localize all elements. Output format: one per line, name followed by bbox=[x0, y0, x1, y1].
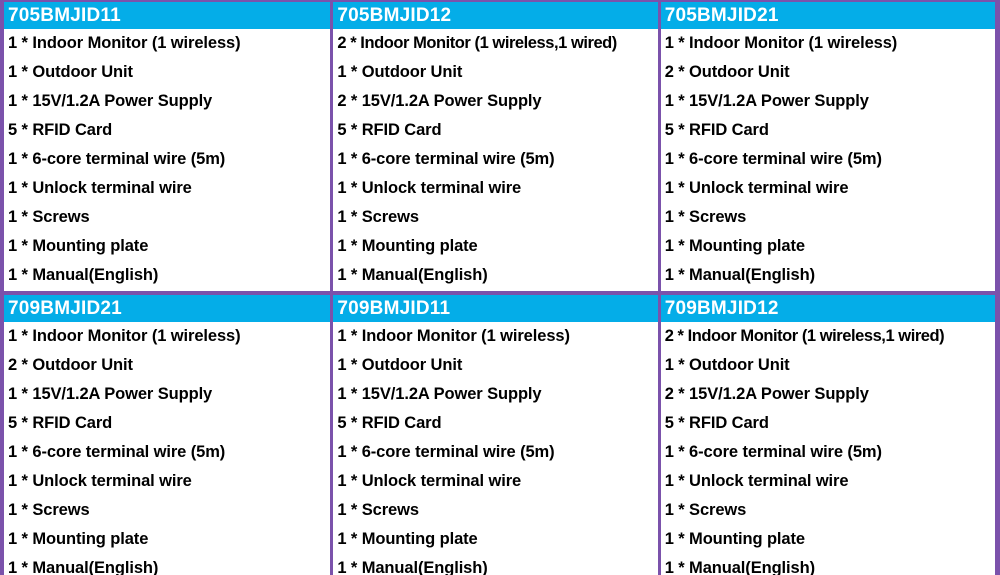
list-item: 1 * Screws bbox=[664, 501, 747, 519]
list-item: 1 * Unlock terminal wire bbox=[664, 472, 849, 490]
package-item-list: 2 * Indoor Monitor (1 wireless,1 wired) … bbox=[661, 322, 995, 575]
table-row: 705BMJID11 1 * Indoor Monitor (1 wireles… bbox=[4, 2, 996, 291]
list-item: 1 * Mounting plate bbox=[337, 530, 478, 548]
list-item: 1 * Mounting plate bbox=[337, 237, 478, 255]
list-item: 2 * Outdoor Unit bbox=[664, 63, 790, 81]
list-item: 1 * Mounting plate bbox=[8, 237, 149, 255]
list-item: 2 * Indoor Monitor (1 wireless,1 wired) bbox=[337, 34, 617, 52]
package-cell: 705BMJID11 1 * Indoor Monitor (1 wireles… bbox=[4, 2, 331, 291]
list-item: 5 * RFID Card bbox=[664, 121, 769, 139]
list-item: 1 * Indoor Monitor (1 wireless) bbox=[337, 327, 570, 345]
list-item: 5 * RFID Card bbox=[8, 414, 113, 432]
package-item-list: 1 * Indoor Monitor (1 wireless) 2 * Outd… bbox=[661, 29, 995, 291]
package-item-list: 1 * Indoor Monitor (1 wireless) 2 * Outd… bbox=[4, 322, 330, 575]
list-item: 1 * Unlock terminal wire bbox=[8, 472, 192, 490]
list-item: 1 * Unlock terminal wire bbox=[664, 179, 849, 197]
package-item-list: 2 * Indoor Monitor (1 wireless,1 wired) … bbox=[333, 29, 657, 291]
list-item: 1 * Screws bbox=[8, 208, 90, 226]
package-cell: 705BMJID12 2 * Indoor Monitor (1 wireles… bbox=[330, 2, 658, 291]
model-header: 709BMJID12 bbox=[660, 295, 996, 322]
list-item: 1 * Outdoor Unit bbox=[337, 63, 463, 81]
list-item: 1 * Outdoor Unit bbox=[664, 356, 790, 374]
list-item: 1 * 15V/1.2A Power Supply bbox=[8, 385, 213, 403]
list-item: 1 * Screws bbox=[8, 501, 90, 519]
table-row: 709BMJID21 1 * Indoor Monitor (1 wireles… bbox=[4, 291, 996, 575]
list-item: 1 * Unlock terminal wire bbox=[8, 179, 192, 197]
model-header: 705BMJID12 bbox=[333, 2, 658, 29]
list-item: 1 * Manual(English) bbox=[8, 266, 159, 284]
package-item-list: 1 * Indoor Monitor (1 wireless) 1 * Outd… bbox=[333, 322, 657, 575]
list-item: 5 * RFID Card bbox=[664, 414, 769, 432]
list-item: 1 * 15V/1.2A Power Supply bbox=[664, 92, 869, 110]
package-cell: 705BMJID21 1 * Indoor Monitor (1 wireles… bbox=[657, 2, 996, 291]
package-item-list: 1 * Indoor Monitor (1 wireless) 1 * Outd… bbox=[4, 29, 330, 291]
list-item: 1 * 6-core terminal wire (5m) bbox=[337, 150, 555, 168]
list-item: 1 * Screws bbox=[337, 501, 419, 519]
list-item: 1 * 6-core terminal wire (5m) bbox=[664, 443, 882, 461]
list-item: 1 * 6-core terminal wire (5m) bbox=[337, 443, 555, 461]
list-item: 1 * Indoor Monitor (1 wireless) bbox=[664, 34, 898, 52]
list-item: 1 * Indoor Monitor (1 wireless) bbox=[8, 34, 241, 52]
list-item: 1 * 15V/1.2A Power Supply bbox=[337, 385, 542, 403]
list-item: 1 * Manual(English) bbox=[8, 559, 159, 575]
list-item: 2 * 15V/1.2A Power Supply bbox=[664, 385, 869, 403]
list-item: 1 * Outdoor Unit bbox=[8, 63, 133, 81]
list-item: 1 * Screws bbox=[337, 208, 419, 226]
list-item: 1 * Unlock terminal wire bbox=[337, 179, 522, 197]
package-cell: 709BMJID12 2 * Indoor Monitor (1 wireles… bbox=[657, 295, 996, 575]
list-item: 1 * Mounting plate bbox=[664, 237, 805, 255]
list-item: 1 * 6-core terminal wire (5m) bbox=[8, 150, 226, 168]
package-cell: 709BMJID11 1 * Indoor Monitor (1 wireles… bbox=[330, 295, 658, 575]
model-header: 705BMJID21 bbox=[660, 2, 996, 29]
model-header: 709BMJID11 bbox=[333, 295, 658, 322]
list-item: 1 * Manual(English) bbox=[337, 266, 488, 284]
list-item: 1 * Mounting plate bbox=[8, 530, 149, 548]
list-item: 1 * 15V/1.2A Power Supply bbox=[8, 92, 213, 110]
list-item: 5 * RFID Card bbox=[337, 414, 442, 432]
list-item: 1 * Screws bbox=[664, 208, 747, 226]
list-item: 1 * Indoor Monitor (1 wireless) bbox=[8, 327, 241, 345]
list-item: 2 * Indoor Monitor (1 wireless,1 wired) bbox=[664, 327, 945, 345]
model-header: 709BMJID21 bbox=[4, 295, 331, 322]
list-item: 1 * Unlock terminal wire bbox=[337, 472, 522, 490]
package-cell: 709BMJID21 1 * Indoor Monitor (1 wireles… bbox=[4, 295, 331, 575]
list-item: 1 * 6-core terminal wire (5m) bbox=[8, 443, 226, 461]
list-item: 1 * Manual(English) bbox=[664, 559, 815, 575]
list-item: 1 * 6-core terminal wire (5m) bbox=[664, 150, 882, 168]
package-list-table: 705BMJID11 1 * Indoor Monitor (1 wireles… bbox=[0, 0, 1000, 575]
list-item: 1 * Outdoor Unit bbox=[337, 356, 463, 374]
list-item: 5 * RFID Card bbox=[8, 121, 113, 139]
list-item: 1 * Manual(English) bbox=[337, 559, 488, 575]
list-item: 2 * 15V/1.2A Power Supply bbox=[337, 92, 542, 110]
list-item: 1 * Mounting plate bbox=[664, 530, 805, 548]
list-item: 1 * Manual(English) bbox=[664, 266, 815, 284]
list-item: 5 * RFID Card bbox=[337, 121, 442, 139]
list-item: 2 * Outdoor Unit bbox=[8, 356, 133, 374]
model-header: 705BMJID11 bbox=[4, 2, 331, 29]
